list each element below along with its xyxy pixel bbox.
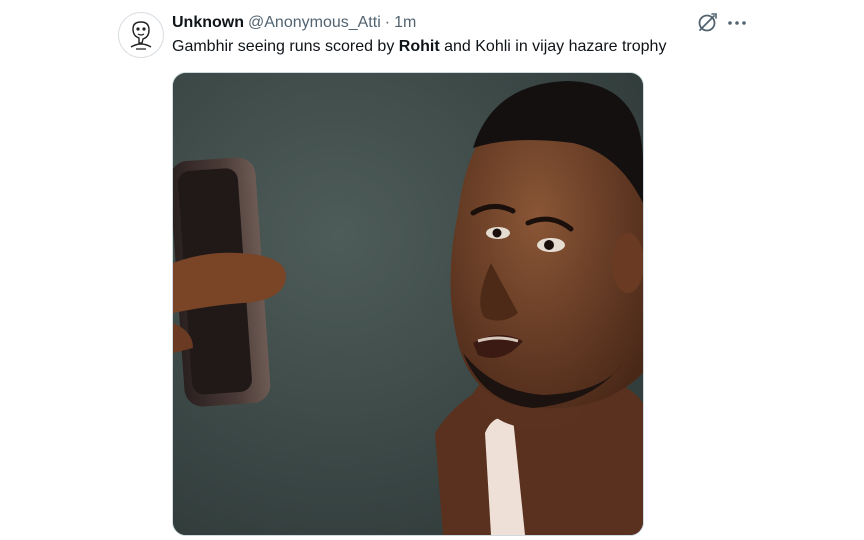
meme-photo bbox=[173, 73, 643, 535]
tweet-text-end: and Kohli in vijay hazare trophy bbox=[439, 38, 667, 55]
tweet-text: Gambhir seeing runs scored by Rohit and … bbox=[172, 36, 666, 58]
grok-icon[interactable] bbox=[696, 12, 718, 34]
tweet-timestamp[interactable]: 1m bbox=[394, 12, 416, 34]
avatar[interactable] bbox=[118, 12, 164, 58]
tweet-card[interactable]: Unknown @Anonymous_Atti · 1m Gambhir see… bbox=[0, 0, 864, 540]
tweet-header: Unknown @Anonymous_Atti · 1m bbox=[172, 12, 416, 34]
tweet-media-image[interactable] bbox=[172, 72, 644, 536]
author-display-name[interactable]: Unknown bbox=[172, 12, 244, 34]
tweet-text-bold: Rohit bbox=[398, 38, 440, 55]
author-handle[interactable]: @Anonymous_Atti bbox=[248, 12, 381, 34]
more-options-icon[interactable] bbox=[726, 12, 748, 34]
tweet-text-start: Gambhir seeing runs scored by bbox=[172, 38, 399, 55]
avatar-sketch-icon bbox=[119, 13, 163, 57]
header-separator: · bbox=[384, 14, 391, 31]
